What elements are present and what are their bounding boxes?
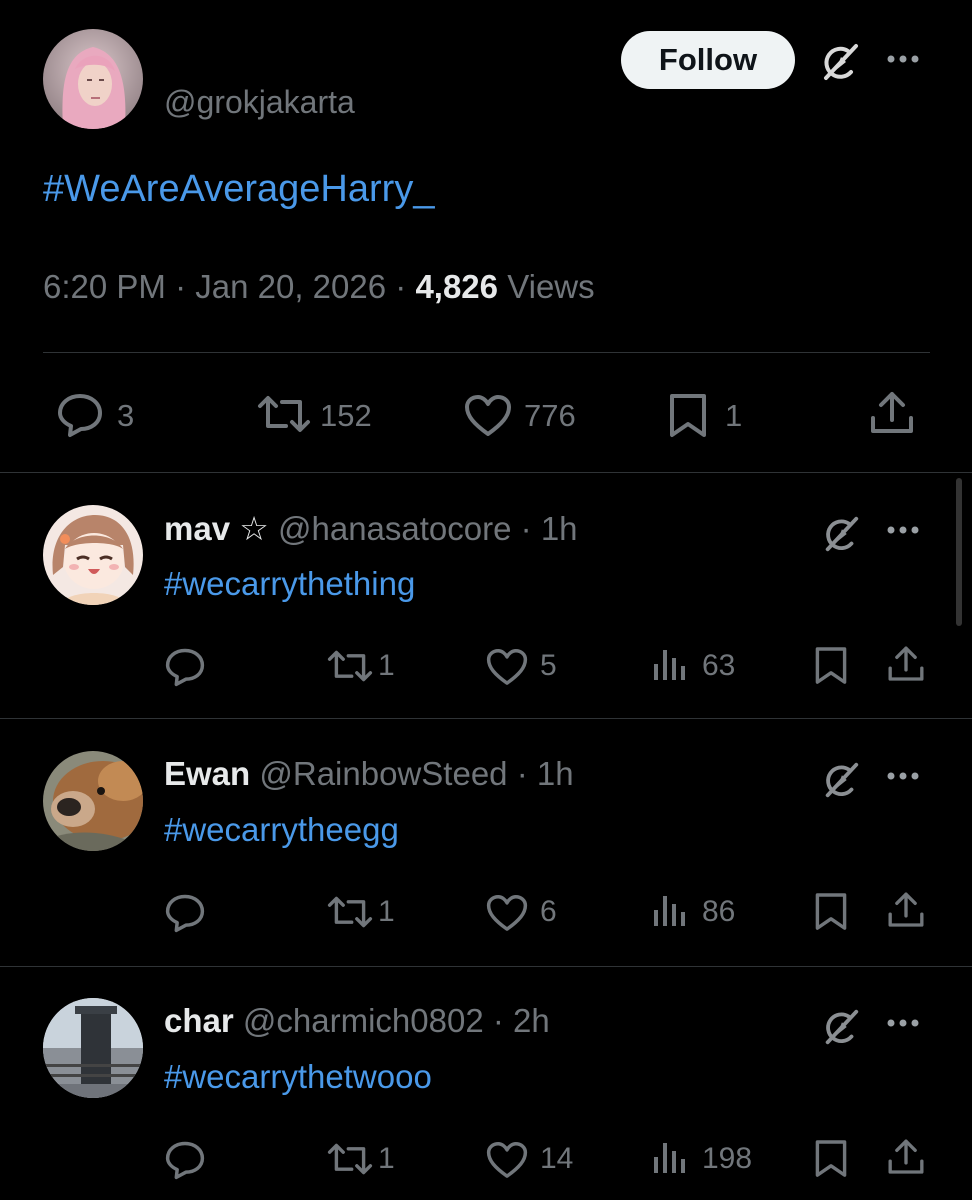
star-icon: ☆ <box>239 510 269 547</box>
reply-header: mav ☆ @hanasatocore · 1h <box>164 509 578 548</box>
like-count: 776 <box>524 398 576 433</box>
separator: · <box>492 1002 504 1039</box>
post-date[interactable]: Jan 20, 2026 <box>195 268 386 305</box>
reply-header: Ewan @RainbowSteed · 1h <box>164 755 574 793</box>
grok-icon[interactable] <box>820 513 862 555</box>
repost-icon[interactable] <box>326 1142 374 1176</box>
reply-icon[interactable] <box>164 647 206 687</box>
repost-count: 152 <box>320 398 372 433</box>
grok-icon[interactable] <box>818 40 862 84</box>
grok-icon[interactable] <box>820 759 862 801</box>
like-count: 5 <box>540 649 557 682</box>
like-icon[interactable] <box>464 394 512 436</box>
scrollbar[interactable] <box>956 478 962 626</box>
reply-header: char @charmich0802 · 2h <box>164 1002 550 1040</box>
separator: · <box>175 268 187 305</box>
bookmark-icon[interactable] <box>814 646 848 686</box>
share-icon[interactable] <box>886 890 926 930</box>
repost-icon[interactable] <box>326 895 374 929</box>
like-count: 6 <box>540 895 557 928</box>
repost-count: 1 <box>378 1142 395 1175</box>
bookmark-icon[interactable] <box>814 892 848 932</box>
repost-icon[interactable] <box>326 649 374 683</box>
views-count: 86 <box>702 895 736 928</box>
post-text-hashtag[interactable]: #WeAreAverageHarry_ <box>43 168 434 211</box>
post-time[interactable]: 1h <box>541 510 578 547</box>
separator: · <box>520 510 532 547</box>
author-name[interactable]: mav <box>164 510 230 547</box>
repost-count: 1 <box>378 895 395 928</box>
avatar[interactable] <box>43 751 143 851</box>
bookmark-icon[interactable] <box>668 393 708 439</box>
separator: · <box>395 268 407 305</box>
reply-text-hashtag[interactable]: #wecarrytheegg <box>164 811 399 849</box>
follow-button[interactable]: Follow <box>621 31 795 89</box>
post-time[interactable]: 6:20 PM <box>43 268 166 305</box>
repost-icon[interactable] <box>256 394 312 434</box>
grok-icon[interactable] <box>820 1006 862 1048</box>
avatar[interactable] <box>43 505 143 605</box>
reply-icon[interactable] <box>164 893 206 933</box>
post-meta: 6:20 PM · Jan 20, 2026 · 4,826 Views <box>43 268 595 306</box>
author-name[interactable]: Ewan <box>164 755 250 792</box>
separator: · <box>516 755 528 792</box>
author-name[interactable]: char <box>164 1002 234 1039</box>
more-icon[interactable] <box>887 771 923 781</box>
reply-count: 3 <box>117 398 135 433</box>
more-icon[interactable] <box>887 54 923 64</box>
avatar[interactable] <box>43 29 143 129</box>
author-handle[interactable]: @RainbowSteed <box>259 755 507 792</box>
repost-count: 1 <box>378 649 395 682</box>
more-icon[interactable] <box>887 525 923 535</box>
post-time[interactable]: 2h <box>513 1002 550 1039</box>
views-icon[interactable] <box>652 646 688 682</box>
share-icon[interactable] <box>886 644 926 684</box>
like-icon[interactable] <box>486 648 528 685</box>
author-handle[interactable]: @charmich0802 <box>243 1002 484 1039</box>
like-icon[interactable] <box>486 894 528 931</box>
views-count: 4,826 <box>415 268 499 305</box>
more-icon[interactable] <box>887 1018 923 1028</box>
author-handle[interactable]: @hanasatocore <box>278 510 511 547</box>
bookmark-icon[interactable] <box>814 1139 848 1179</box>
divider <box>43 352 930 353</box>
reply-text-hashtag[interactable]: #wecarrythething <box>164 565 415 603</box>
like-icon[interactable] <box>486 1141 528 1178</box>
views-icon[interactable] <box>652 892 688 928</box>
post-time[interactable]: 1h <box>537 755 574 792</box>
views-count: 63 <box>702 649 736 682</box>
reply-text-hashtag[interactable]: #wecarrythetwooo <box>164 1058 432 1096</box>
divider <box>0 966 972 967</box>
reply-icon[interactable] <box>56 392 104 438</box>
avatar[interactable] <box>43 998 143 1098</box>
like-count: 14 <box>540 1142 574 1175</box>
views-count: 198 <box>702 1142 753 1175</box>
share-icon[interactable] <box>868 390 916 436</box>
bookmark-count: 1 <box>725 398 743 433</box>
views-label: Views <box>507 268 595 305</box>
divider <box>0 718 972 719</box>
views-icon[interactable] <box>652 1139 688 1175</box>
share-icon[interactable] <box>886 1137 926 1177</box>
divider <box>0 472 972 473</box>
reply-icon[interactable] <box>164 1140 206 1180</box>
author-handle[interactable]: @grokjakarta <box>164 84 355 121</box>
